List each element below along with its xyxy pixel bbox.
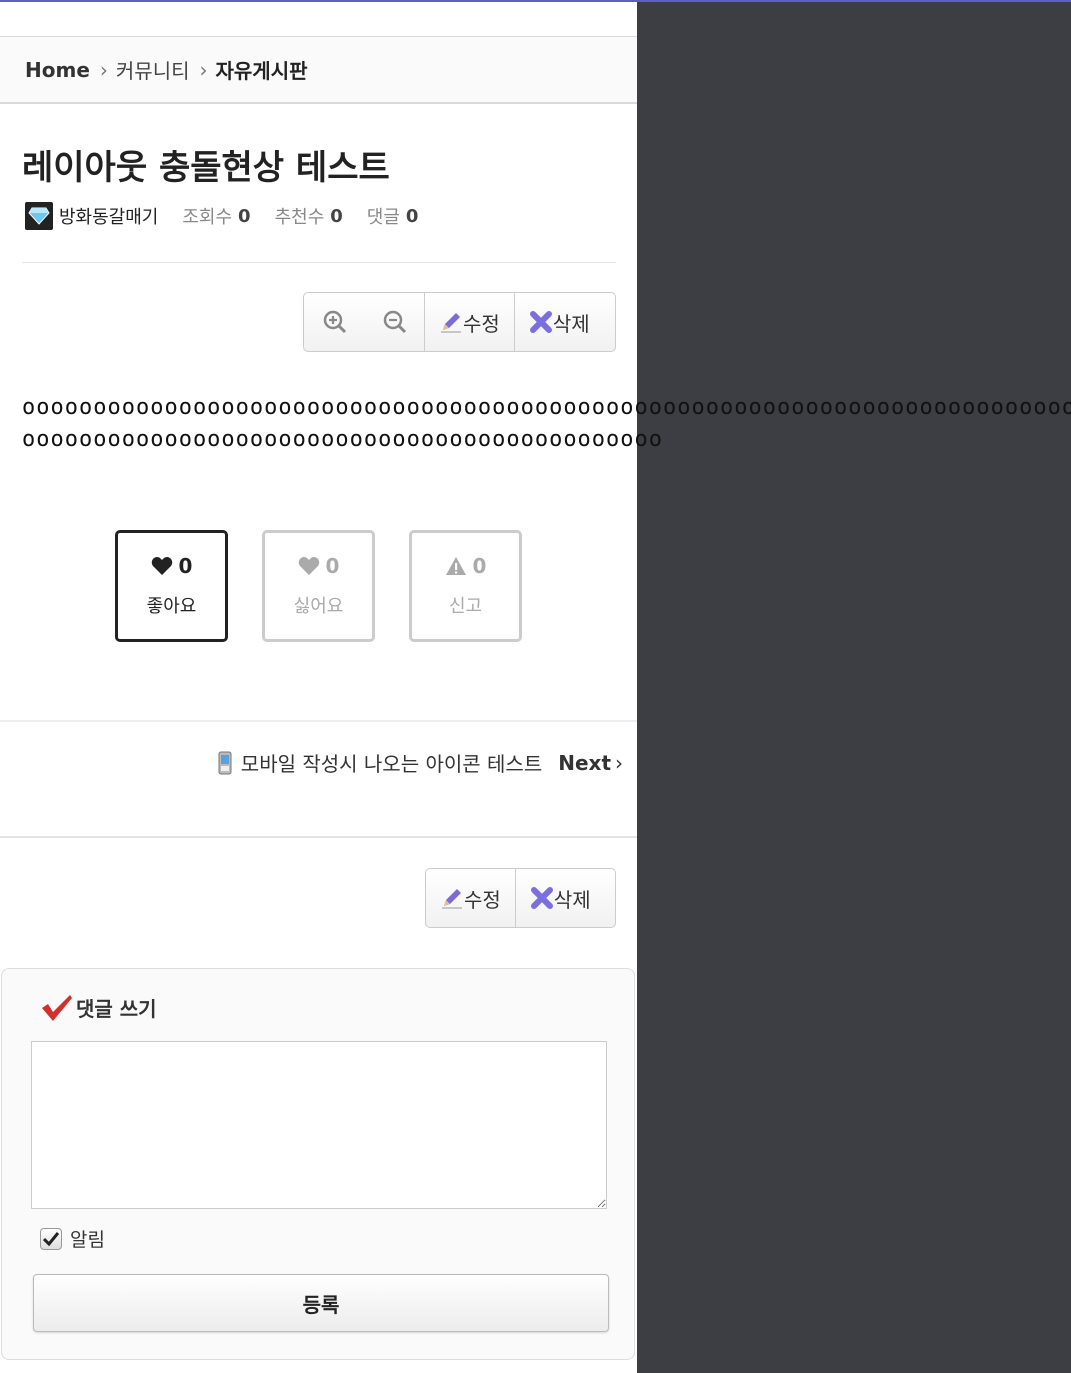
- notify-checkbox-row[interactable]: 알림: [40, 1225, 105, 1252]
- chevron-right-icon: ›: [199, 57, 208, 82]
- divider: [22, 262, 616, 263]
- submit-comment-button[interactable]: 등록: [33, 1274, 609, 1332]
- chevron-right-icon: ›: [99, 57, 108, 82]
- delete-button[interactable]: 삭제: [514, 869, 605, 927]
- diamond-icon: [25, 202, 53, 230]
- zoom-out-icon: [383, 310, 407, 334]
- post-body-line-2: oooooooooooooooooooooooooooooooooooooooo…: [22, 427, 664, 452]
- zoom-out-button[interactable]: [366, 293, 424, 351]
- pencil-icon: [441, 313, 461, 333]
- post-meta: 방화동갈매기 조회수 0 추천수 0 댓글 0: [25, 202, 442, 230]
- author-name[interactable]: 방화동갈매기: [59, 203, 158, 229]
- next-post-title: 모바일 작성시 나오는 아이콘 테스트: [240, 752, 543, 776]
- heart-icon: [298, 557, 319, 575]
- delete-label: 삭제: [552, 311, 590, 336]
- post-page: Home › 커뮤니티 › 자유게시판 레이아웃 충돌현상 테스트 방화동갈매기…: [0, 2, 662, 1373]
- edit-button[interactable]: 수정: [426, 869, 515, 927]
- like-count: 0: [178, 554, 193, 578]
- post-toolbar-top: 수정 삭제: [303, 292, 616, 352]
- chevron-right-icon: ›: [615, 750, 623, 775]
- report-count: 0: [472, 554, 487, 578]
- edit-button[interactable]: 수정: [424, 293, 514, 351]
- post-toolbar-bottom: 수정 삭제: [425, 868, 616, 928]
- views-label: 조회수: [182, 207, 233, 228]
- zoom-in-button[interactable]: [304, 293, 366, 351]
- comments-label: 댓글: [366, 207, 400, 228]
- notify-checkbox[interactable]: [40, 1227, 62, 1250]
- report-label: 신고: [448, 596, 483, 617]
- comment-textarea[interactable]: [31, 1041, 607, 1209]
- post-navigation: 모바일 작성시 나오는 아이콘 테스트 Next ›: [0, 720, 637, 838]
- comment-form: 댓글 쓰기 알림 등록: [1, 968, 635, 1360]
- like-label: 좋아요: [146, 596, 197, 617]
- zoom-in-icon: [323, 310, 347, 334]
- like-button[interactable]: 0 좋아요: [115, 530, 228, 642]
- recommend-label: 추천수: [274, 207, 325, 228]
- warning-icon: [445, 557, 466, 575]
- breadcrumb: Home › 커뮤니티 › 자유게시판: [0, 36, 637, 104]
- delete-label: 삭제: [553, 887, 591, 912]
- recommend-count: 0: [330, 205, 343, 227]
- pencil-icon: [442, 889, 462, 909]
- dislike-button[interactable]: 0 싫어요: [262, 530, 375, 642]
- breadcrumb-home[interactable]: Home: [25, 58, 90, 82]
- edit-label: 수정: [464, 887, 501, 912]
- checkmark-icon: [43, 1231, 59, 1246]
- comments-count: 0: [405, 205, 419, 227]
- dislike-label: 싫어요: [293, 596, 344, 617]
- notify-label: 알림: [70, 1229, 105, 1251]
- breadcrumb-board[interactable]: 자유게시판: [216, 55, 308, 84]
- post-body-overflow: oooooooooooooooooooooooooooooooooooooooo…: [637, 395, 1071, 420]
- edit-label: 수정: [463, 311, 500, 336]
- heart-icon: [151, 557, 172, 575]
- dislike-count: 0: [325, 554, 340, 578]
- post-body-line-1: oooooooooooooooooooooooooooooooooooooooo…: [22, 395, 637, 420]
- comment-form-title: 댓글 쓰기: [40, 993, 157, 1022]
- report-button[interactable]: 0 신고: [409, 530, 522, 642]
- next-label: Next: [558, 750, 611, 775]
- delete-x-icon: [529, 311, 552, 333]
- checkmark-icon: [42, 994, 72, 1021]
- delete-x-icon: [530, 887, 553, 909]
- views-count: 0: [238, 205, 251, 227]
- next-post-link[interactable]: 모바일 작성시 나오는 아이콘 테스트 Next ›: [217, 748, 623, 777]
- breadcrumb-community[interactable]: 커뮤니티: [116, 55, 190, 84]
- delete-button[interactable]: 삭제: [513, 293, 604, 351]
- phone-icon: [218, 751, 232, 774]
- post-title: 레이아웃 충돌현상 테스트: [22, 148, 390, 188]
